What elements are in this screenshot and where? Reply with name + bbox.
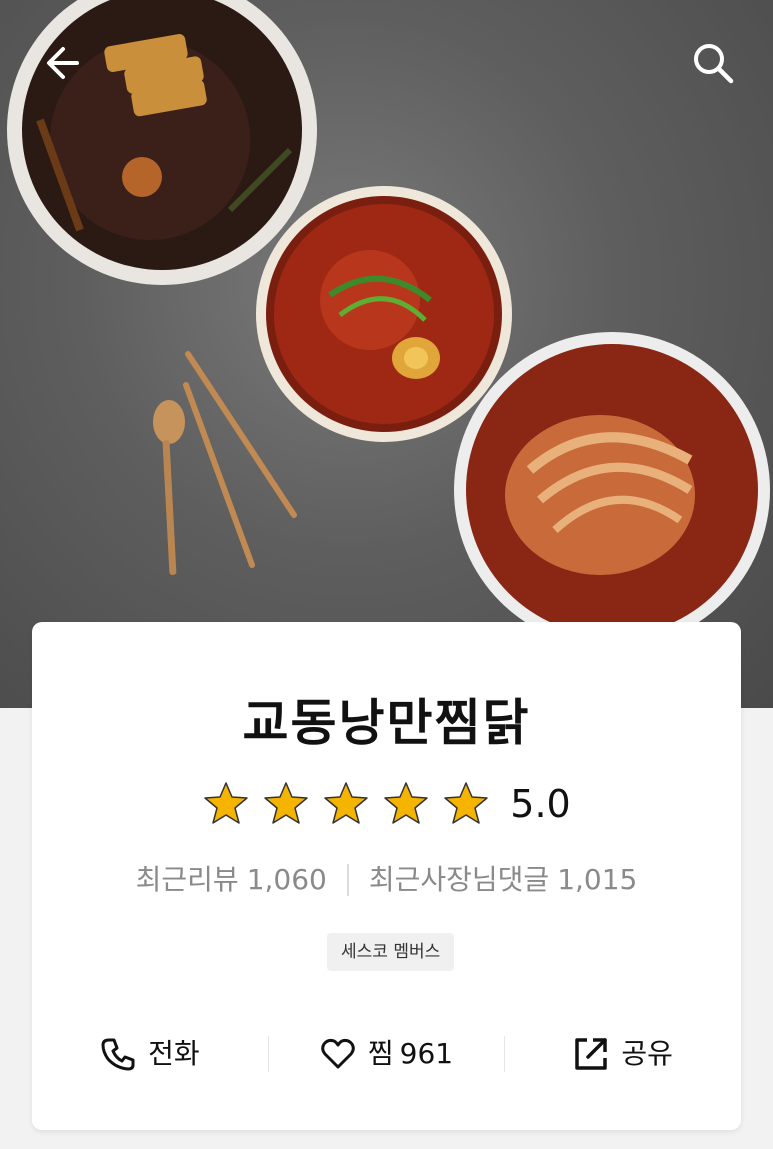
heart-icon (321, 1038, 355, 1069)
star-icon (204, 782, 249, 824)
call-button[interactable]: 전화 (32, 1024, 268, 1084)
food-photo (7, 0, 770, 648)
store-info-card: 교동낭만찜닭 5.0 최근리뷰 1,060 최근사장님댓글 1,015 세스코 멤버… (32, 622, 741, 1130)
share-icon (575, 1038, 608, 1070)
call-label: 전화 (148, 1037, 200, 1070)
owner-replies[interactable]: 최근사장님댓글 1,015 (369, 860, 638, 900)
share-label: 공유 (621, 1037, 673, 1070)
store-name: 교동낭만찜닭 (242, 694, 531, 752)
share-button[interactable]: 공유 (505, 1024, 741, 1084)
phone-icon (101, 1038, 135, 1071)
rating-value: 5.0 (510, 782, 571, 826)
owner-replies-count: 1,015 (557, 863, 638, 896)
star-icon (384, 782, 429, 824)
favorite-label: 찜 (367, 1037, 394, 1070)
search-icon (694, 44, 734, 84)
recent-reviews[interactable]: 최근리뷰 1,060 (136, 860, 327, 900)
stats-divider (346, 864, 349, 896)
cesco-members-badge: 세스코 멤버스 (327, 933, 455, 971)
rating-row: 5.0 (32, 780, 741, 828)
star-icon (324, 782, 369, 824)
favorite-button[interactable]: 찜 961 (269, 1024, 505, 1084)
star-icon (264, 782, 309, 824)
action-bar: 전화 찜 961 공유 (32, 1024, 741, 1084)
owner-replies-label: 최근사장님댓글 (368, 863, 550, 896)
recent-reviews-label: 최근리뷰 (135, 863, 239, 896)
review-stats: 최근리뷰 1,060 최근사장님댓글 1,015 (32, 860, 741, 900)
arrow-left-icon (47, 47, 79, 79)
back-button[interactable] (34, 36, 88, 90)
search-button[interactable] (686, 36, 740, 90)
star-icon (444, 782, 489, 824)
favorite-count: 961 (399, 1037, 454, 1070)
hero-image (0, 0, 773, 708)
recent-reviews-count: 1,060 (246, 863, 327, 896)
